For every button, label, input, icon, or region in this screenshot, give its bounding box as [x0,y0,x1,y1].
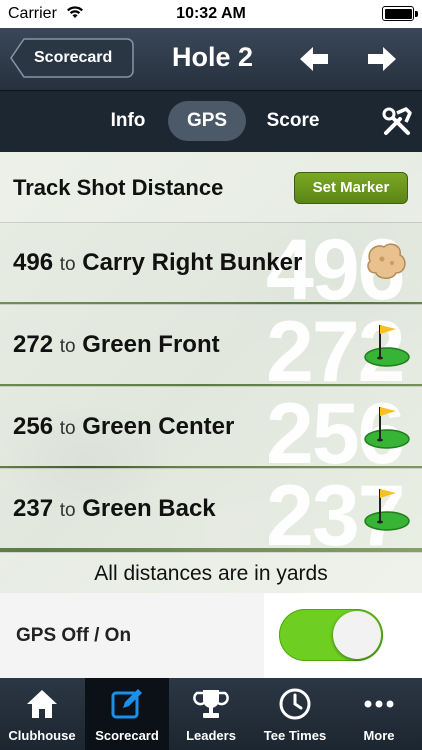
distance-yards: 496 [13,249,54,276]
distance-row[interactable]: 256 256 to Green Center [0,386,422,466]
tabbar-item-tee-times[interactable]: Tee Times [253,678,337,750]
distance-line: 237 to Green Back [13,495,216,523]
tabbar-label: Leaders [186,728,236,743]
distance-to: to [59,418,76,439]
distance-row[interactable]: 272 272 to Green Front [0,304,422,384]
tabbar-item-leaders[interactable]: Leaders [169,678,253,750]
units-note: All distances are in yards [0,552,422,593]
next-hole-arrow-icon[interactable] [364,42,400,76]
trophy-icon [193,690,229,718]
edit-icon [111,689,142,719]
tabbar-item-scorecard[interactable]: Scorecard [85,678,169,750]
distance-target: Green Center [82,413,235,440]
distance-line: 496 to Carry Right Bunker [13,249,302,277]
tabbar-label: Clubhouse [8,728,76,743]
status-time: 10:32 AM [176,5,246,22]
tab-info[interactable]: Info [92,101,164,141]
distance-target: Green Front [82,331,220,358]
distance-to: to [59,500,76,521]
tabbar-item-clubhouse[interactable]: Clubhouse [0,678,84,750]
green-flag-icon [364,325,410,367]
distance-target: Carry Right Bunker [82,249,303,276]
nav-bar: Scorecard Hole 2 [0,28,422,90]
tabbar-label: More [363,728,395,743]
back-button-label: Scorecard [34,49,113,66]
tabbar-label: Tee Times [263,728,327,743]
clock-icon [279,688,311,720]
distance-line: 272 to Green Front [13,331,220,359]
status-bar: Carrier 10:32 AM [0,0,422,28]
distance-yards: 256 [13,413,54,440]
gps-toggle-switch[interactable] [279,609,383,661]
toggle-knob [333,611,381,659]
distance-to: to [59,336,76,357]
set-marker-button[interactable]: Set Marker [294,172,408,204]
gps-toggle-row: GPS Off / On [0,593,422,678]
tabbar-label: Scorecard [95,728,159,743]
back-button[interactable]: Scorecard [10,38,134,78]
distance-row[interactable]: 496 496 to Carry Right Bunker [0,222,422,302]
bottom-tab-bar: Clubhouse Scorecard Leaders Tee Times Mo… [0,678,422,750]
gps-toggle-label: GPS Off / On [16,625,132,646]
distance-to: to [59,254,76,275]
bunker-icon [367,243,406,279]
page-title: Hole 2 [171,42,254,72]
segment-bar: Info GPS Score [0,90,422,152]
green-flag-icon [364,407,410,449]
track-shot-label: Track Shot Distance [13,175,224,200]
tools-icon[interactable] [380,105,414,139]
previous-hole-arrow-icon[interactable] [296,42,332,76]
distance-yards: 272 [13,331,54,358]
battery-icon [382,6,418,21]
house-icon [27,690,57,718]
more-dots-icon [364,700,394,708]
track-shot-row: Track Shot Distance Set Marker [0,152,422,222]
tabbar-item-more[interactable]: More [337,678,421,750]
tab-gps[interactable]: GPS [168,101,246,141]
tab-score[interactable]: Score [256,101,330,141]
green-flag-icon [364,489,410,531]
distance-line: 256 to Green Center [13,413,234,441]
distance-yards: 237 [13,495,54,522]
distance-row[interactable]: 237 237 to Green Back [0,468,422,548]
distance-target: Green Back [82,495,216,522]
